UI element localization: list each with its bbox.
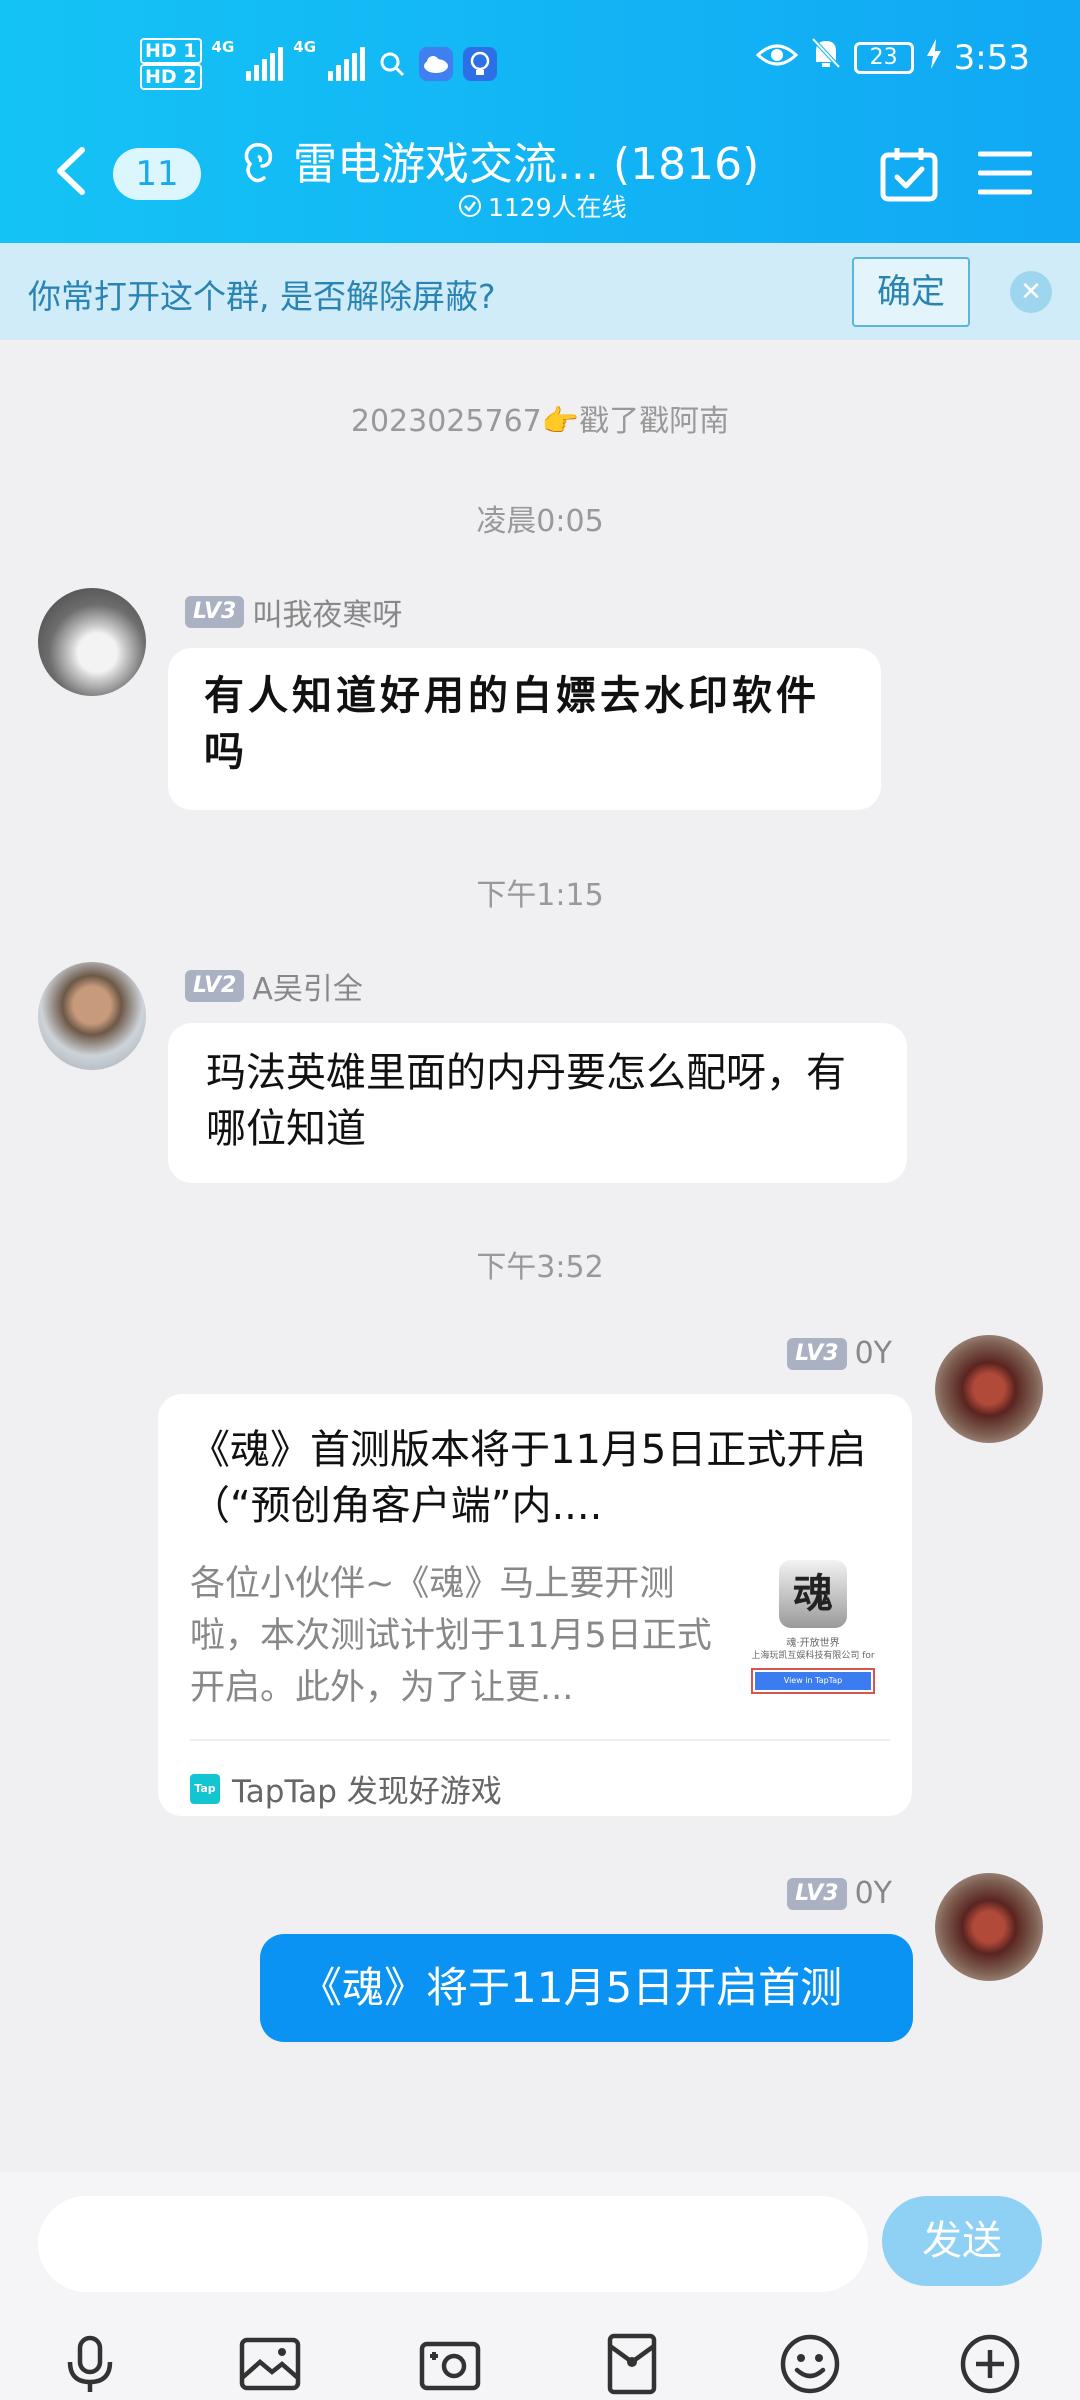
hd1-label: HD 1	[140, 38, 202, 64]
send-button[interactable]: 发送	[882, 2196, 1042, 2286]
microphone-icon[interactable]	[58, 2332, 122, 2396]
card-source: Tap TapTap 发现好游戏	[190, 1766, 502, 1811]
cloud-app-icon	[419, 47, 454, 81]
sim-labels: HD 1 HD 2	[140, 38, 202, 90]
online-count-label: 1129人在线	[488, 193, 627, 222]
red-packet-icon[interactable]	[600, 2332, 664, 2396]
message-text: 有人知道好用的白嫖去水印软件吗	[204, 672, 820, 775]
level-badge: LV3	[185, 596, 245, 628]
sender-meta: LV3 0Y	[787, 1876, 892, 1911]
network-type-1: 4G	[211, 38, 235, 56]
sender-name[interactable]: 叫我夜寒呀	[252, 590, 402, 634]
online-count: 1129人在线	[458, 188, 627, 224]
unmute-notice-bar: 你常打开这个群, 是否解除屏蔽? 确定 ✕	[0, 243, 1080, 340]
card-title: 《魂》首测版本将于11月5日正式开启（“预创角客户端”内....	[190, 1427, 867, 1529]
level-badge: LV2	[185, 970, 245, 1002]
thumb-caption: 魂·开放世界	[786, 1638, 840, 1649]
thumb-button-label: View in TapTap	[755, 1672, 871, 1690]
unread-count-badge[interactable]: 11	[113, 148, 201, 200]
bell-muted-icon	[810, 36, 842, 79]
avatar[interactable]	[935, 1873, 1043, 1981]
menu-icon[interactable]	[977, 150, 1033, 200]
message-text: 玛法英雄里面的内丹要怎么配呀，有哪位知道	[206, 1050, 846, 1152]
sender-name[interactable]: 0Y	[855, 1336, 892, 1371]
link-card[interactable]: 《魂》首测版本将于11月5日正式开启（“预创角客户端”内.... 各位小伙伴~《…	[158, 1394, 912, 1816]
message-bubble[interactable]: 有人知道好用的白嫖去水印软件吗	[168, 648, 881, 810]
card-divider	[190, 1739, 890, 1741]
avatar[interactable]	[935, 1335, 1043, 1443]
game-icon: 魂	[779, 1560, 847, 1628]
battery-icon: 23	[853, 41, 914, 74]
online-check-icon	[459, 195, 481, 217]
plus-icon[interactable]	[958, 2332, 1022, 2396]
message-text: 《魂》将于11月5日开启首测	[300, 1963, 843, 2012]
back-button[interactable]	[52, 146, 92, 196]
notice-text: 你常打开这个群, 是否解除屏蔽?	[28, 277, 496, 316]
search-app-icon	[375, 47, 409, 81]
avatar[interactable]	[38, 962, 146, 1070]
sender-meta: LV3 叫我夜寒呀	[185, 590, 402, 634]
bulb-app-icon	[463, 47, 498, 81]
level-badge: LV3	[787, 1877, 847, 1910]
clock: 3:53	[953, 37, 1030, 78]
charging-icon	[926, 38, 942, 78]
timestamp: 下午1:15	[476, 878, 604, 913]
taptap-logo-icon: Tap	[190, 1773, 220, 1804]
emoji-icon[interactable]	[778, 2332, 842, 2396]
message-bubble[interactable]: 《魂》将于11月5日开启首测	[260, 1934, 913, 2042]
card-description: 各位小伙伴~《魂》马上要开测啦，本次测试计划于11月5日正式开启。此外，为了让更…	[190, 1564, 712, 1708]
input-bar: 发送	[0, 2172, 1080, 2400]
avatar[interactable]	[38, 588, 146, 696]
poke-notice: 2023025767👉戳了戳阿南	[350, 404, 730, 439]
eye-icon	[755, 38, 798, 78]
network-type-2: 4G	[293, 38, 317, 56]
group-title[interactable]: 雷电游戏交流... (1816)	[293, 128, 759, 192]
card-thumbnail: 魂 魂·开放世界 上海玩凯互娱科技有限公司 for View in TapTap	[743, 1560, 883, 1700]
thumb-company: 上海玩凯互娱科技有限公司 for	[751, 1651, 875, 1661]
signal-icon	[328, 47, 366, 81]
message-bubble[interactable]: 玛法英雄里面的内丹要怎么配呀，有哪位知道	[168, 1023, 907, 1183]
thumb-button: View in TapTap	[751, 1668, 875, 1694]
sender-meta: LV3 0Y	[787, 1336, 892, 1371]
message-input[interactable]	[38, 2196, 868, 2292]
status-bar: HD 1 HD 2 4G 4G 23 3:53	[0, 30, 1080, 100]
calendar-check-icon[interactable]	[880, 146, 938, 206]
chat-header: HD 1 HD 2 4G 4G 23 3:53 11 雷电游戏交流... (18…	[0, 0, 1080, 243]
card-source-label: TapTap 发现好游戏	[232, 1774, 502, 1810]
confirm-button[interactable]: 确定	[852, 257, 970, 327]
image-icon[interactable]	[238, 2332, 302, 2396]
timestamp: 下午3:52	[476, 1250, 604, 1285]
sender-name[interactable]: A吴引全	[252, 964, 363, 1008]
signal-icon	[246, 47, 284, 81]
sender-name[interactable]: 0Y	[855, 1876, 892, 1911]
close-icon[interactable]: ✕	[1010, 271, 1052, 313]
ear-icon	[236, 140, 276, 190]
camera-icon[interactable]	[418, 2332, 482, 2396]
level-badge: LV3	[787, 1337, 847, 1370]
timestamp: 凌晨0:05	[476, 504, 604, 539]
hd2-label: HD 2	[140, 64, 202, 90]
sender-meta: LV2 A吴引全	[185, 964, 363, 1008]
